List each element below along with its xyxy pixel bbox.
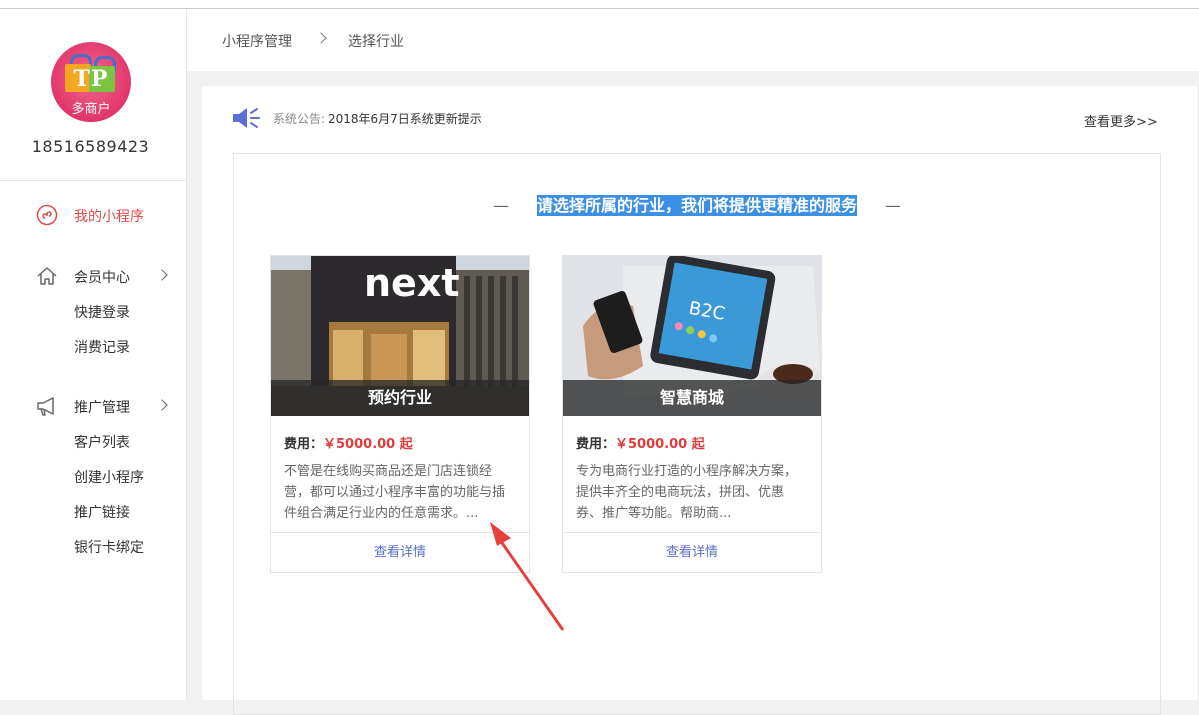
annotation-arrow xyxy=(490,522,565,631)
